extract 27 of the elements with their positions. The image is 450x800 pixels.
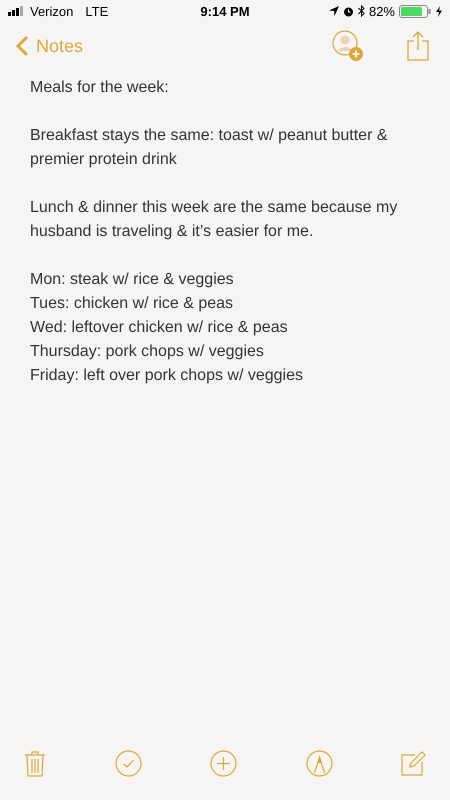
location-arrow-icon — [328, 6, 339, 16]
compose-icon[interactable] — [401, 750, 426, 776]
share-icon[interactable] — [406, 31, 430, 61]
network-type: LTE — [85, 4, 108, 18]
signal-icon — [8, 6, 26, 16]
battery-icon — [399, 4, 432, 18]
note-text: Meals for the week: — [30, 78, 170, 98]
bluetooth-icon — [358, 5, 365, 17]
charging-bolt-icon — [436, 6, 442, 16]
back-button[interactable]: Notes — [16, 36, 84, 56]
pen-tip-circle-icon[interactable] — [306, 750, 332, 776]
note-text: Wed: leftover chicken w/ rice & peas — [30, 318, 289, 338]
note-text: Mon: steak w/ rice & veggies — [30, 270, 235, 290]
checkmark-circle-icon[interactable] — [114, 750, 142, 776]
add-person-icon[interactable] — [332, 30, 364, 62]
carrier-name: Verizon — [30, 4, 74, 18]
battery-percent: 82% — [368, 4, 395, 18]
add-circle-icon[interactable] — [210, 750, 237, 776]
note-text: Breakfast stays the same: toast w/ peanut butter & premier protein drink — [30, 126, 389, 170]
note-text: Thursday: pork chops w/ veggies — [30, 342, 265, 362]
chevron-icon — [16, 36, 28, 56]
note-text: Friday: left over pork chops w/ veggies — [30, 366, 304, 386]
note-text: Lunch & dinner this week are the same because my husband is traveling & it’s easier for me. — [30, 198, 398, 242]
trash-icon[interactable] — [24, 750, 46, 776]
note-text: Tues: chicken w/ rice & peas — [30, 294, 234, 314]
clock-time: 9:14 PM — [200, 4, 250, 18]
alarm-clock-icon — [342, 6, 354, 16]
